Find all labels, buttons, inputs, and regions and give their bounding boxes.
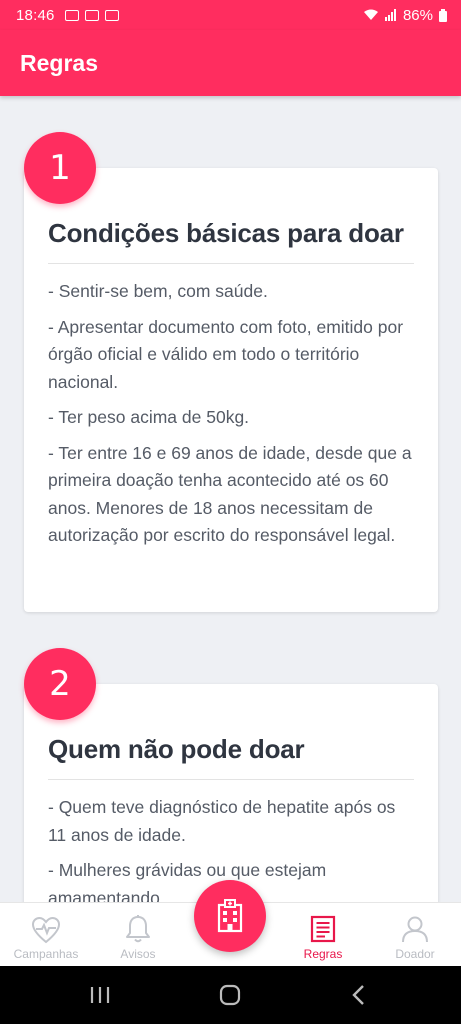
wifi-icon xyxy=(363,9,379,21)
heart-pulse-icon xyxy=(31,916,61,944)
nav-item-doador[interactable]: Doador xyxy=(369,903,461,967)
nav-label: Campanhas xyxy=(13,947,79,961)
recent-apps-icon xyxy=(90,987,110,1003)
rule-card: Condições básicas para doar - Sentir-se … xyxy=(24,168,438,612)
hospital-icon xyxy=(217,899,243,933)
rule-item: - Sentir-se bem, com saúde. xyxy=(48,281,268,301)
nav-item-campanhas[interactable]: Campanhas xyxy=(0,903,92,967)
nav-label: Avisos xyxy=(120,947,156,961)
rule-title: Condições básicas para doar xyxy=(48,168,414,264)
user-icon xyxy=(402,916,428,943)
gallery-notification-icon xyxy=(64,9,79,21)
app-notification-icon xyxy=(104,9,119,21)
rule-number-badge: 2 xyxy=(24,648,96,720)
home-icon xyxy=(219,984,241,1006)
rule-number-badge: 1 xyxy=(24,132,96,204)
back-icon xyxy=(352,985,364,1005)
back-button[interactable] xyxy=(338,980,378,1010)
signal-icon xyxy=(384,9,397,21)
nav-item-avisos[interactable]: Avisos xyxy=(92,903,184,967)
mail-notification-icon xyxy=(84,9,99,21)
home-button[interactable] xyxy=(210,980,250,1010)
status-time: 18:46 xyxy=(16,6,55,24)
rule-body: - Sentir-se bem, com saúde. - Apresentar… xyxy=(48,264,414,550)
status-bar: 18:46 86% xyxy=(0,0,461,30)
rule-item: - Ter peso acima de 50kg. xyxy=(48,407,250,427)
rule-item: - Apresentar documento com foto, emitido… xyxy=(48,316,404,392)
battery-percent: 86% xyxy=(402,6,433,24)
document-icon xyxy=(310,915,336,943)
rules-list[interactable]: Condições básicas para doar - Sentir-se … xyxy=(0,96,461,902)
status-right: 86% xyxy=(363,7,447,24)
nav-label: Regras xyxy=(303,947,343,961)
battery-icon xyxy=(439,8,447,22)
bell-icon xyxy=(126,915,150,943)
system-navigation-bar xyxy=(0,966,461,1024)
rule-card: Quem não pode doar - Quem teve diagnósti… xyxy=(24,684,438,902)
recent-apps-button[interactable] xyxy=(80,980,120,1010)
app-bar: Regras xyxy=(0,30,461,96)
notification-icons xyxy=(64,9,119,21)
nav-label: Doador xyxy=(395,947,435,961)
nav-item-regras[interactable]: Regras xyxy=(277,903,369,967)
rule-item: - Ter entre 16 e 69 anos de idade, desde… xyxy=(48,442,412,546)
rule-item: - Quem teve diagnóstico de hepatite após… xyxy=(48,797,396,845)
page-title: Regras xyxy=(20,49,98,76)
rule-title: Quem não pode doar xyxy=(48,684,414,780)
hospital-button[interactable] xyxy=(194,880,266,952)
